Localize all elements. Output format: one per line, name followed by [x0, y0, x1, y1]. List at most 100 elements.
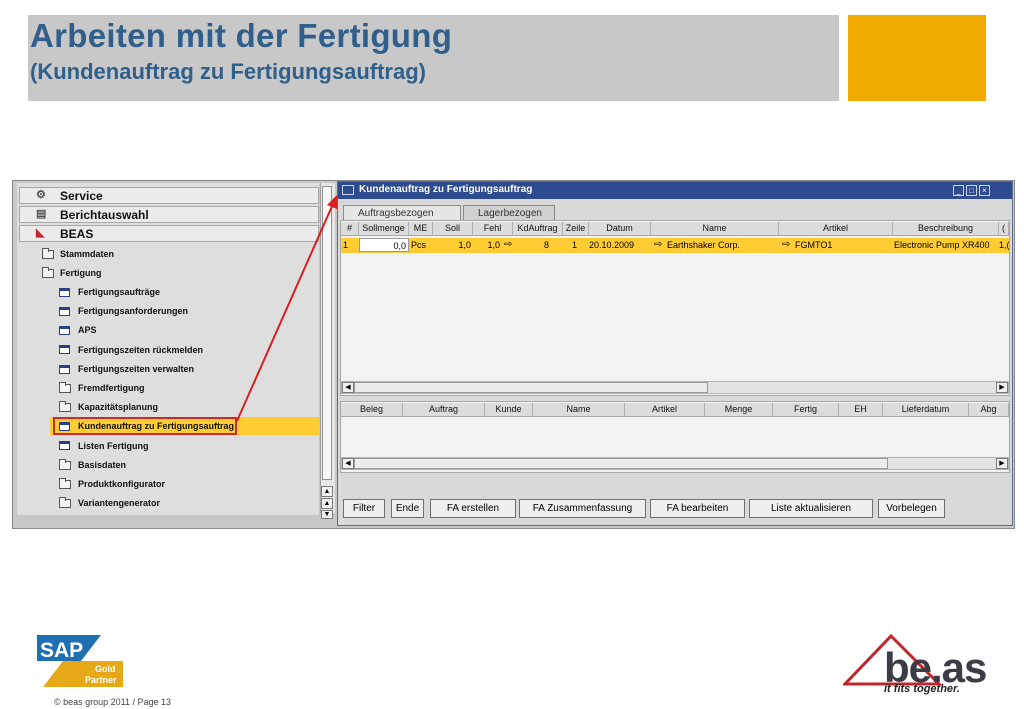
scroll-down-icon[interactable]: ▼ — [321, 510, 333, 519]
report-icon: ▤ — [36, 208, 47, 220]
cell-artikel[interactable]: FGMTO1 — [793, 238, 891, 252]
grid-header[interactable]: ME — [409, 222, 433, 236]
liste-aktualisieren-button[interactable]: Liste aktualisieren — [749, 499, 873, 518]
tree-item-fertigungsauftraege[interactable]: Fertigungsaufträge — [78, 287, 160, 297]
tree-folder-kapazitaetsplanung[interactable]: Kapazitätsplanung — [78, 402, 158, 412]
nav-bar-beas[interactable]: ◣ BEAS — [19, 225, 319, 242]
grid-header[interactable]: Soll — [433, 222, 473, 236]
vorbelegen-button[interactable]: Vorbelegen — [878, 499, 945, 518]
grid-header[interactable]: EH — [839, 403, 883, 417]
nav-bar-berichtauswahl[interactable]: ▤ Berichtauswahl — [19, 206, 319, 223]
grid-header[interactable]: Fertig — [773, 403, 839, 417]
tree-item-listen-fertigung[interactable]: Listen Fertigung — [78, 441, 149, 451]
tree-folder-variantengenerator[interactable]: Variantengenerator — [78, 498, 160, 508]
scroll-up-icon[interactable]: ▲ — [321, 498, 333, 509]
cell-extra[interactable]: 1,( — [997, 238, 1009, 252]
grid-header[interactable]: Artikel — [779, 222, 893, 236]
beas-tagline: it fits together. — [884, 683, 960, 695]
grid-header[interactable]: Beleg — [341, 403, 403, 417]
cell-num[interactable]: 1 — [341, 238, 359, 252]
cell-beschreibung[interactable]: Electronic Pump XR400 — [892, 238, 999, 252]
cell-me[interactable]: Pcs — [409, 238, 433, 252]
cell-name[interactable]: Earthshaker Corp. — [665, 238, 777, 252]
tree-item-zeiten-verwalten[interactable]: Fertigungszeiten verwalten — [78, 364, 194, 374]
tree-folder-produktkonfigurator[interactable]: Produktkonfigurator — [78, 479, 165, 489]
accent-block — [848, 15, 986, 101]
folder-icon — [59, 459, 71, 470]
scroll-left-icon[interactable]: ◀ — [342, 382, 354, 393]
sap-badge-gold: Gold — [95, 664, 116, 674]
filter-button[interactable]: Filter — [343, 499, 385, 518]
fa-zusammenfassung-button[interactable]: FA Zusammenfassung — [519, 499, 646, 518]
minimize-icon[interactable]: _ — [953, 185, 964, 196]
fa-erstellen-button[interactable]: FA erstellen — [430, 499, 516, 518]
grid-header[interactable]: Lieferdatum — [883, 403, 969, 417]
form-icon — [59, 288, 70, 297]
grid-header[interactable]: Name — [533, 403, 625, 417]
form-icon — [59, 365, 70, 374]
close-icon[interactable]: × — [979, 185, 990, 196]
folder-open-icon — [42, 267, 54, 278]
grid-header[interactable]: Menge — [705, 403, 773, 417]
ende-button[interactable]: Ende — [391, 499, 424, 518]
tab-auftragsbezogen[interactable]: Auftragsbezogen — [343, 205, 461, 220]
tab-lagerbezogen[interactable]: Lagerbezogen — [463, 205, 555, 220]
tree-item-zeiten-rueckmelden[interactable]: Fertigungszeiten rückmelden — [78, 345, 203, 355]
grid-header[interactable]: Abg — [969, 403, 1009, 417]
selection-outline — [53, 417, 237, 435]
sollmenge-input[interactable]: 0,0 — [359, 238, 409, 252]
nav-bar-service[interactable]: ⚙ Service — [19, 187, 319, 204]
footer-copyright: © beas group 2011 / Page 13 — [54, 697, 172, 707]
maximize-icon[interactable]: □ — [966, 185, 977, 196]
grid-header[interactable]: Fehl — [473, 222, 513, 236]
grid-header[interactable]: Beschreibung — [893, 222, 999, 236]
cell-soll[interactable]: 1,0 — [433, 238, 473, 252]
cell-kdauftrag[interactable]: 8 — [513, 238, 551, 252]
link-arrow-icon[interactable]: ⇨ — [780, 238, 794, 252]
nav-bar-label: BEAS — [60, 227, 94, 241]
cell-zeile[interactable]: 1 — [563, 238, 579, 252]
folder-icon — [59, 382, 71, 393]
window-title: Kundenauftrag zu Fertigungsauftrag — [359, 184, 533, 195]
tree-folder-stammdaten[interactable]: Stammdaten — [60, 249, 114, 259]
tree-folder-fremdfertigung[interactable]: Fremdfertigung — [78, 383, 145, 393]
folder-icon — [59, 478, 71, 489]
grid-header[interactable]: Sollmenge — [359, 222, 409, 236]
scroll-top-icon[interactable]: ▲ — [321, 486, 333, 497]
folder-icon — [59, 497, 71, 508]
grid-header[interactable]: Kunde — [485, 403, 533, 417]
slide-title: Arbeiten mit der Fertigung — [30, 17, 453, 54]
slide-subtitle: (Kundenauftrag zu Fertigungsauftrag) — [30, 59, 426, 84]
grid-header[interactable]: Name — [651, 222, 779, 236]
grid-header[interactable]: Artikel — [625, 403, 705, 417]
grid-header[interactable]: Auftrag — [403, 403, 485, 417]
order-grid-hscroll-thumb[interactable] — [354, 382, 708, 393]
sap-badge-partner: Partner — [85, 675, 117, 685]
grid-header[interactable]: # — [341, 222, 359, 236]
tree-item-fertigungsanforderungen[interactable]: Fertigungsanforderungen — [78, 306, 188, 316]
form-icon — [59, 441, 70, 450]
tree-item-aps[interactable]: APS — [78, 325, 97, 335]
scroll-right-icon[interactable]: ▶ — [996, 458, 1008, 469]
scroll-left-icon[interactable]: ◀ — [342, 458, 354, 469]
fa-bearbeiten-button[interactable]: FA bearbeiten — [650, 499, 745, 518]
folder-icon — [59, 401, 71, 412]
scroll-right-icon[interactable]: ▶ — [996, 382, 1008, 393]
grid-header[interactable]: Zeile — [563, 222, 589, 236]
tree-folder-fertigung[interactable]: Fertigung — [60, 268, 102, 278]
link-arrow-icon[interactable]: ⇨ — [652, 238, 666, 252]
tools-icon: ⚙ — [36, 189, 46, 201]
cell-datum[interactable]: 20.10.2009 — [587, 238, 651, 252]
nav-scrollbar-thumb[interactable] — [322, 186, 332, 480]
result-grid-hscroll-thumb[interactable] — [354, 458, 888, 469]
cell-fehl[interactable]: 1,0 — [473, 238, 502, 252]
tree-folder-basisdaten[interactable]: Basisdaten — [78, 460, 126, 470]
nav-bar-label: Service — [60, 189, 103, 203]
grid-header[interactable]: Datum — [589, 222, 651, 236]
beas-icon: ◣ — [36, 227, 45, 239]
sap-logo-text: SAP — [40, 639, 83, 662]
grid-header[interactable]: KdAuftrag — [513, 222, 563, 236]
grid-header[interactable]: ( — [999, 222, 1009, 236]
window-icon — [342, 185, 354, 195]
nav-bar-label: Berichtauswahl — [60, 208, 149, 222]
